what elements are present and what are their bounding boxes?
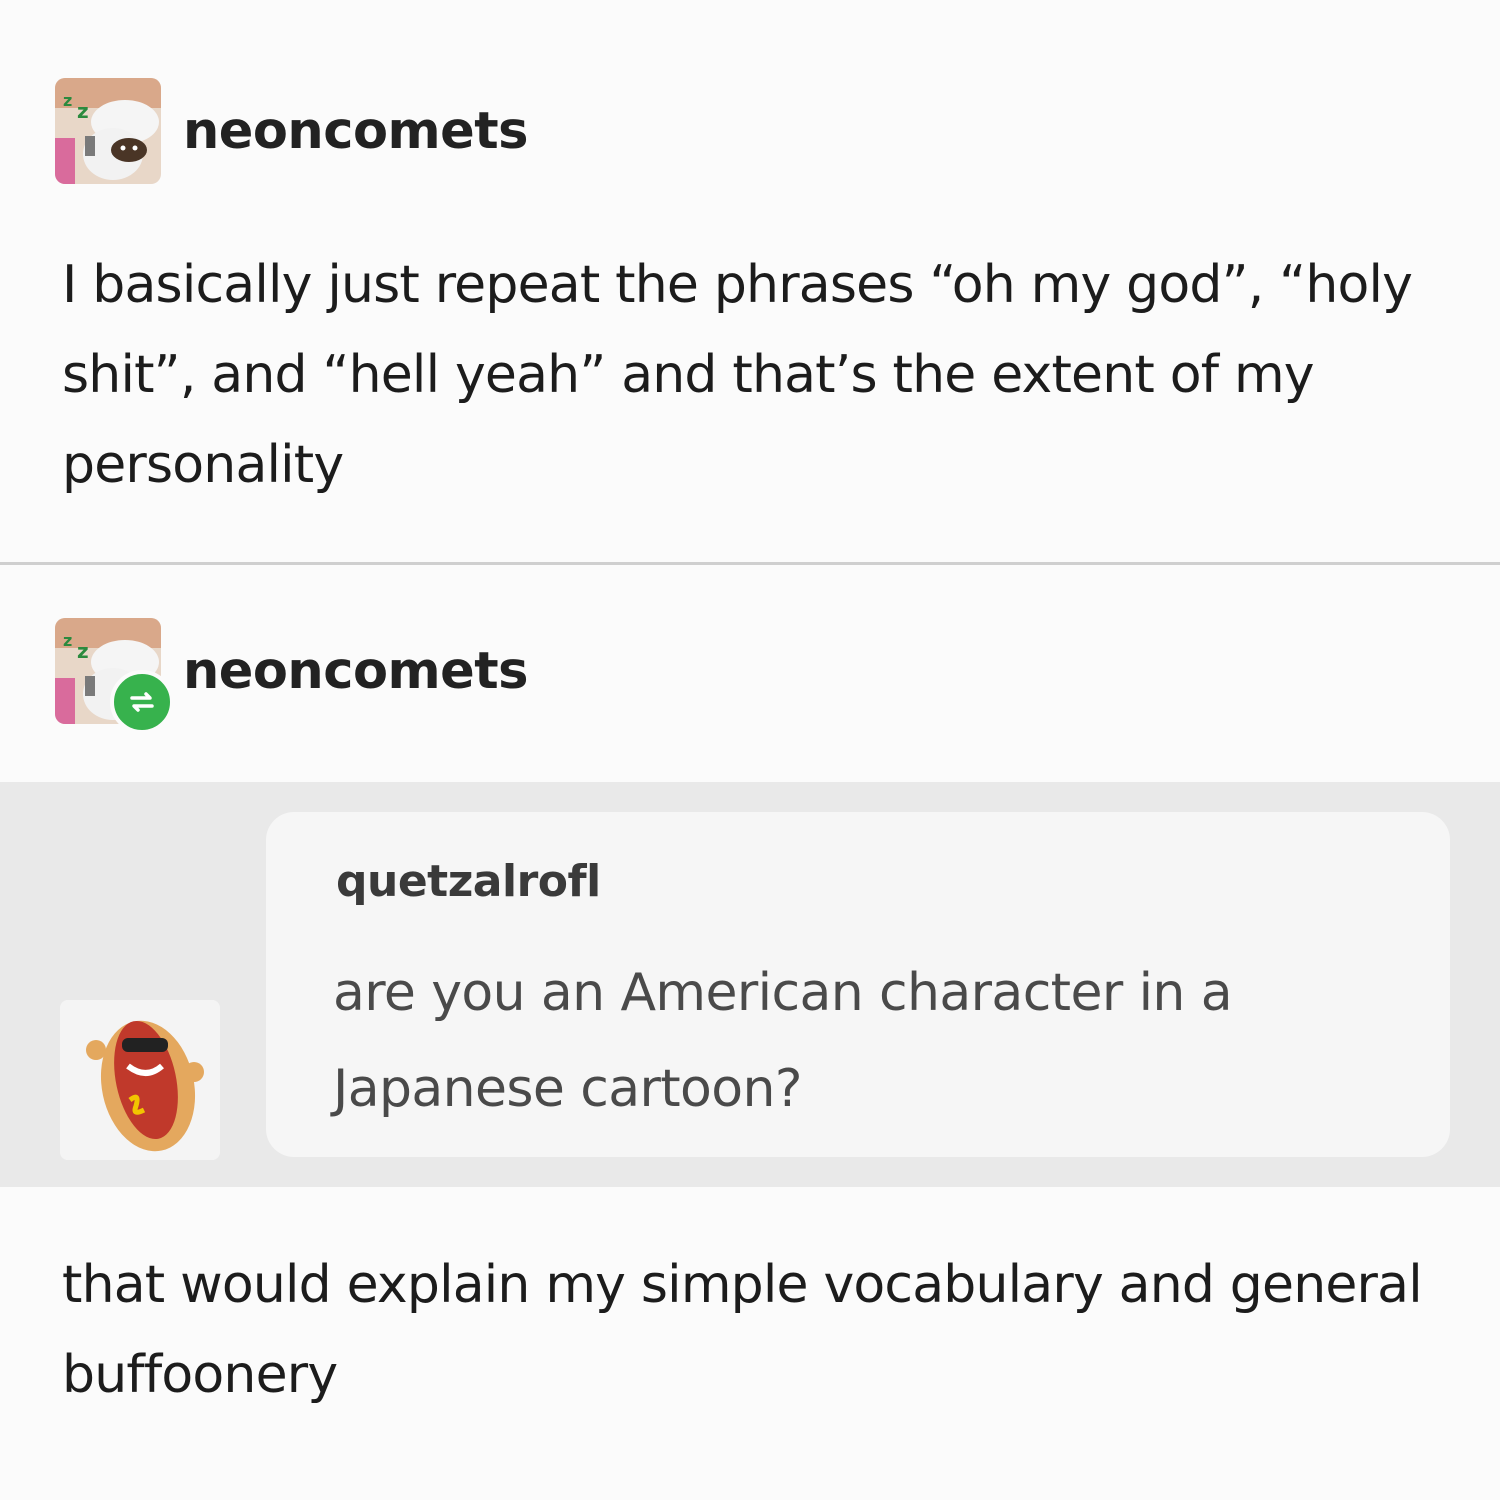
svg-text:z: z (63, 631, 72, 650)
answer-text: that would explain my simple vocabulary … (62, 1255, 1423, 1405)
svg-text:z: z (77, 99, 89, 123)
svg-text:z: z (63, 91, 72, 110)
sheep-avatar-icon: z z (55, 78, 161, 184)
ask-question: are you an American character in a Japan… (333, 963, 1233, 1119)
post-text: I basically just repeat the phrases “oh … (62, 255, 1413, 495)
post-author[interactable]: neoncomets (183, 102, 528, 161)
hotdog-avatar-icon (60, 1000, 220, 1160)
post-header: z z neoncomets (55, 78, 528, 184)
divider (0, 562, 1500, 565)
user-avatar[interactable]: z z (55, 78, 161, 184)
asker-avatar[interactable] (60, 1000, 220, 1160)
reblog-icon (110, 670, 174, 734)
asker-name[interactable]: quetzalrofl (336, 856, 601, 907)
svg-text:z: z (77, 639, 89, 663)
reblog-author[interactable]: neoncomets (183, 642, 528, 701)
